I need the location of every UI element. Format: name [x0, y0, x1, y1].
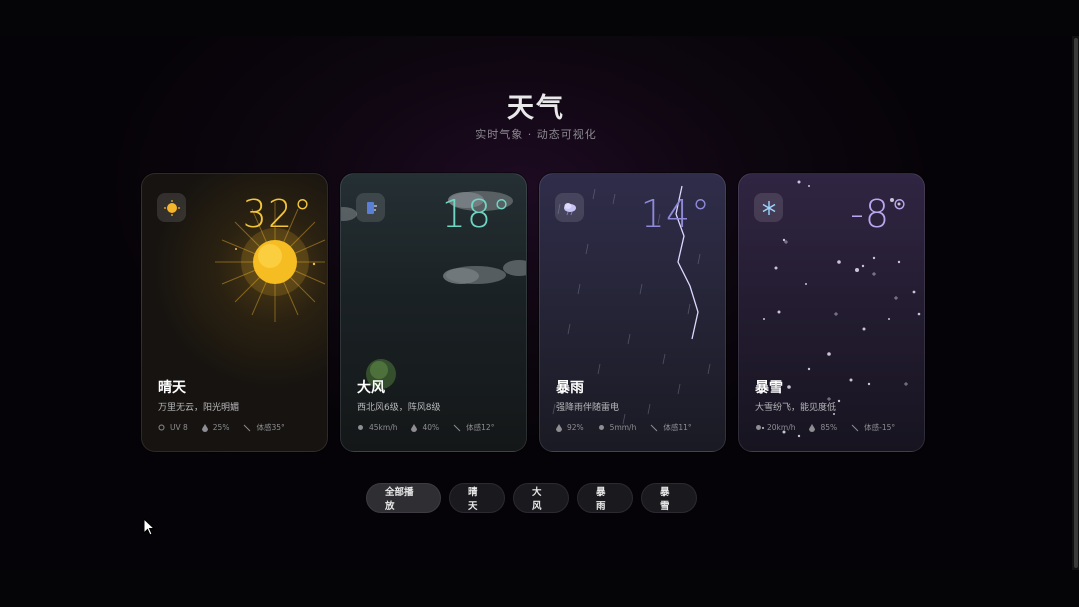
stat-humidity: 25%	[201, 423, 230, 432]
stat-value: 体感35°	[256, 423, 285, 432]
weather-description: 西北风6级，阵风8级	[357, 403, 441, 413]
temperature: 32°	[242, 192, 313, 236]
weather-stats: UV 8 25% 体感35°	[158, 422, 285, 433]
wind-speed-icon	[756, 425, 761, 430]
temperature: 18°	[441, 192, 512, 236]
weather-description: 强降雨伴随雷电	[556, 403, 620, 413]
stat-humidity: 92%	[556, 423, 584, 432]
thermometer-icon	[851, 424, 859, 431]
weather-stats: 45km/h 40% 体感12°	[357, 422, 494, 433]
weather-card-sunny[interactable]: 32° 晴天 万里无云，阳光明媚 UV 8 25% 体感35°	[141, 173, 328, 452]
wind-badge	[356, 193, 385, 222]
temperature: 14°	[640, 192, 711, 236]
weather-card-rainstorm[interactable]: 14° 暴雨 强降雨伴随雷电 92% 5mm/h 体感11°	[539, 173, 726, 452]
browser-top-bar	[0, 0, 1079, 36]
stat-feels-like: 体感12°	[453, 422, 494, 433]
playback-controls: 全部播放 晴天 大风 暴雨 暴雪	[366, 483, 697, 513]
sun-badge	[157, 193, 186, 222]
stat-value: 25%	[212, 423, 230, 432]
storm-cloud-icon	[563, 202, 576, 215]
weather-stats: 92% 5mm/h 体感11°	[556, 422, 692, 433]
droplet-icon	[201, 423, 208, 432]
sunny-button[interactable]: 晴天	[449, 483, 505, 513]
browser-bottom-bar	[0, 570, 1079, 607]
stat-value: 体感12°	[466, 423, 495, 432]
storm-badge	[555, 193, 584, 222]
stat-feels-like: 体感35°	[243, 422, 285, 433]
droplet-icon	[809, 423, 816, 432]
mouse-cursor-icon	[143, 518, 156, 536]
droplet-icon	[411, 423, 418, 432]
thermometer-icon	[453, 424, 461, 431]
stat-value: 92%	[567, 423, 584, 432]
page-subtitle: 实时气象 · 动态可视化	[475, 128, 597, 141]
wind-icon	[366, 201, 377, 214]
stat-feels-like: 体感-15°	[851, 422, 895, 433]
stat-value: 20km/h	[767, 423, 796, 432]
windy-button[interactable]: 大风	[513, 483, 569, 513]
weather-description: 万里无云，阳光明媚	[158, 403, 240, 413]
play-all-button[interactable]: 全部播放	[366, 483, 441, 513]
weather-name: 大风	[357, 380, 385, 396]
weather-card-windy[interactable]: 18° 大风 西北风6级，阵风8级 45km/h 40% 体感12°	[340, 173, 527, 452]
snowstorm-button[interactable]: 暴雪	[641, 483, 697, 513]
weather-name: 暴雪	[755, 380, 783, 396]
scrollbar-thumb[interactable]	[1074, 38, 1078, 568]
snowflake-icon	[762, 200, 775, 215]
stat-value: 45km/h	[369, 423, 398, 432]
wind-speed-icon	[358, 425, 363, 430]
page-viewport: 天气 实时气象 · 动态可视化 32° 晴天 万里无云，阳光明媚 UV 8 25…	[0, 36, 1072, 570]
sun-icon	[163, 199, 180, 216]
weather-card-snowstorm[interactable]: -8° 暴雪 大雪纷飞，能见度低 20km/h 85% 体感-15°	[738, 173, 925, 452]
stat-value: 85%	[820, 423, 838, 432]
weather-name: 晴天	[158, 380, 186, 396]
stat-humidity: 85%	[809, 423, 837, 432]
weather-name: 暴雨	[556, 380, 584, 396]
rainfall-icon	[598, 425, 604, 430]
stat-rainfall: 5mm/h	[598, 423, 637, 432]
weather-description: 大雪纷飞，能见度低	[755, 403, 837, 413]
page-title: 天气	[507, 93, 565, 124]
thermometer-icon	[244, 424, 251, 431]
temperature: -8°	[850, 192, 910, 236]
stat-value: 体感-15°	[864, 423, 896, 432]
stat-value: 体感11°	[663, 423, 692, 432]
thermometer-icon	[650, 424, 658, 431]
rainstorm-button[interactable]: 暴雨	[577, 483, 633, 513]
weather-stats: 20km/h 85% 体感-15°	[755, 422, 895, 433]
stat-wind-speed: 20km/h	[755, 423, 795, 432]
stat-wind-speed: 45km/h	[357, 423, 397, 432]
uv-icon	[158, 424, 165, 431]
stat-value: 5mm/h	[609, 423, 637, 432]
snow-badge	[754, 193, 783, 222]
stat-humidity: 40%	[411, 423, 439, 432]
stat-value: 40%	[422, 423, 440, 432]
droplet-icon	[556, 423, 562, 432]
stat-value: UV 8	[170, 423, 188, 432]
stat-feels-like: 体感11°	[650, 422, 692, 433]
stat-uv: UV 8	[158, 423, 188, 432]
